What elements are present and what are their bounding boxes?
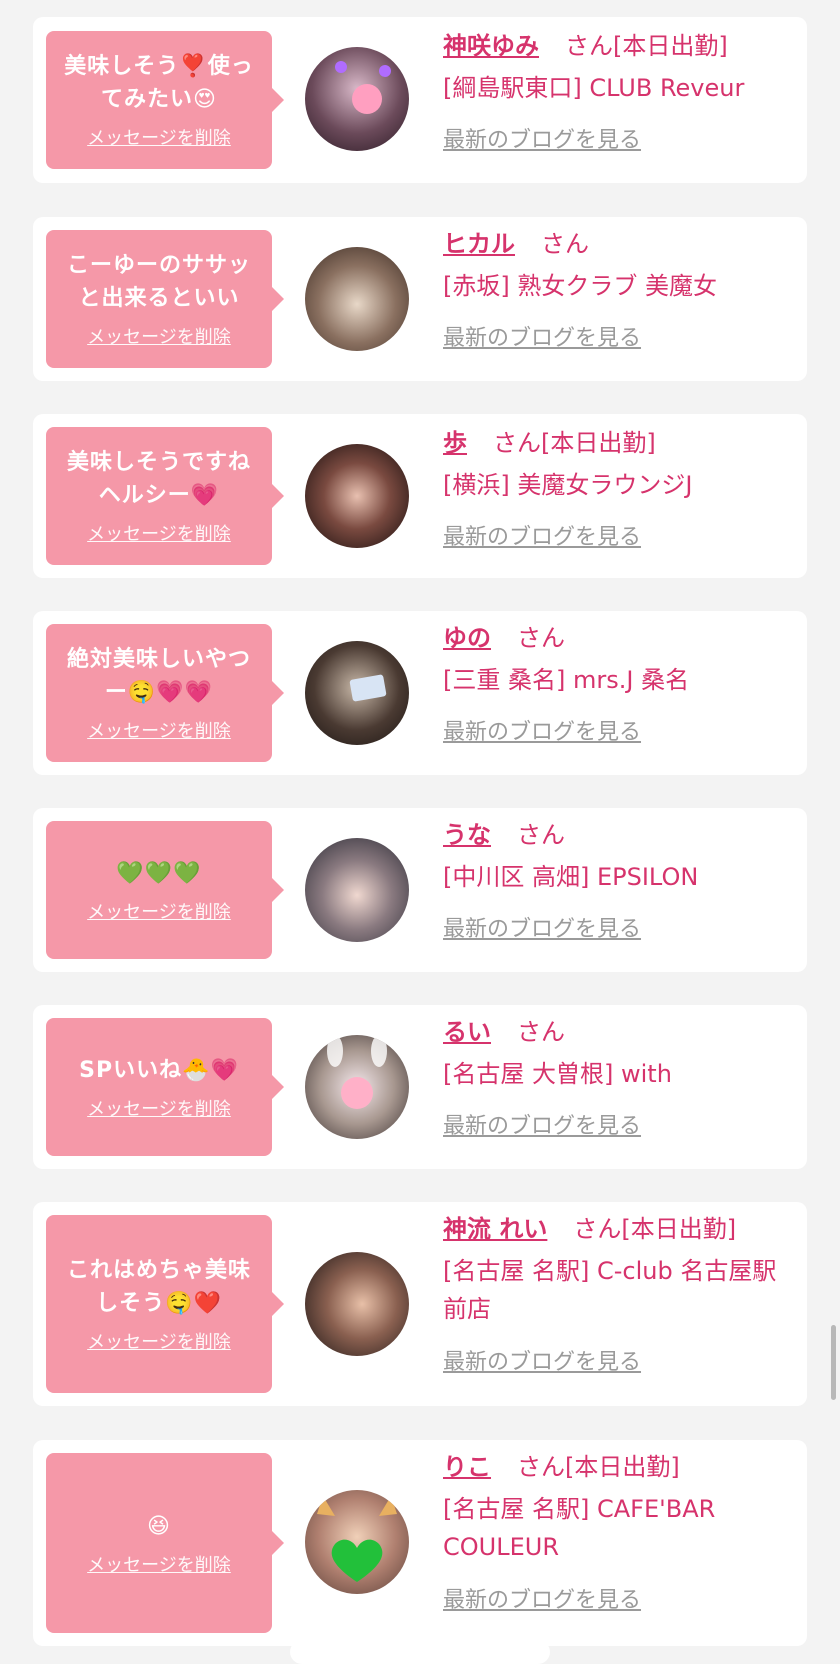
- sender-name-link[interactable]: 神流 れい: [443, 1215, 547, 1243]
- sender-info: りこ さん[本日出勤] [名古屋 名駅] CAFE'BAR COULEUR 最新の…: [443, 1450, 798, 1613]
- delete-message-link[interactable]: メッセージを削除: [87, 1328, 231, 1354]
- sender-info: ゆの さん [三重 桑名] mrs.J 桑名 最新のブログを見る: [443, 621, 798, 745]
- shop-label: [名古屋 大曽根] with: [443, 1060, 672, 1088]
- avatar[interactable]: [305, 1252, 409, 1356]
- message-card: 美味しそう❣️使ってみたい😍 メッセージを削除 神咲ゆみ さん[本日出勤] [綱島…: [33, 17, 807, 183]
- avatar[interactable]: [305, 444, 409, 548]
- green-heart-sticker-icon: [317, 1496, 397, 1582]
- delete-message-link[interactable]: メッセージを削除: [87, 124, 231, 150]
- scrollbar[interactable]: [831, 1325, 836, 1400]
- heart-sticker-icon: [335, 61, 391, 114]
- delete-message-link[interactable]: メッセージを削除: [87, 1095, 231, 1121]
- heart-sticker-icon: [327, 1035, 387, 1109]
- delete-message-link[interactable]: メッセージを削除: [87, 1551, 231, 1577]
- delete-message-link[interactable]: メッセージを削除: [87, 717, 231, 743]
- san-label: さん: [517, 1018, 565, 1046]
- avatar[interactable]: [305, 838, 409, 942]
- status-label: [本日出勤]: [613, 32, 728, 60]
- sender-info: 歩さん[本日出勤] [横浜] 美魔女ラウンジJ 最新のブログを見る: [443, 426, 798, 550]
- message-text: 美味しそう❣️使ってみたい😍: [64, 54, 254, 112]
- sender-name-link[interactable]: 歩: [443, 429, 467, 457]
- avatar[interactable]: [305, 1035, 409, 1139]
- shop-label: [名古屋 名駅] CAFE'BAR COULEUR: [443, 1495, 716, 1561]
- message-card: これはめちゃ美味しそう🤤❤️ メッセージを削除 神流 れい さん[本日出勤] [名…: [33, 1202, 807, 1406]
- photo-card-icon: [349, 674, 387, 702]
- message-bubble: 美味しそう❣️使ってみたい😍 メッセージを削除: [46, 31, 284, 169]
- sender-info: 神流 れい さん[本日出勤] [名古屋 名駅] C-club 名古屋駅前店 最新の…: [443, 1212, 798, 1375]
- status-label: [本日出勤]: [565, 1453, 680, 1481]
- message-card: こーゆーのササッと出来るといい メッセージを削除 ヒカル さん [赤坂] 熟女クラ…: [33, 217, 807, 381]
- bottom-handle: [290, 1640, 550, 1664]
- san-label: さん: [493, 429, 541, 457]
- latest-blog-link[interactable]: 最新のブログを見る: [443, 718, 641, 748]
- avatar[interactable]: [305, 47, 409, 151]
- sender-name-link[interactable]: 神咲ゆみ: [443, 32, 539, 60]
- delete-message-link[interactable]: メッセージを削除: [87, 520, 231, 546]
- latest-blog-link[interactable]: 最新のブログを見る: [443, 523, 641, 553]
- delete-message-link[interactable]: メッセージを削除: [87, 898, 231, 924]
- message-bubble: これはめちゃ美味しそう🤤❤️ メッセージを削除: [46, 1215, 284, 1393]
- san-label: さん: [573, 1215, 622, 1243]
- message-text: こーゆーのササッと出来るといい: [66, 253, 251, 311]
- message-bubble: 💚💚💚 メッセージを削除: [46, 821, 284, 959]
- message-card: 美味しそうですねヘルシー💗 メッセージを削除 歩さん[本日出勤] [横浜] 美魔…: [33, 414, 807, 578]
- san-label: さん: [517, 1453, 565, 1481]
- avatar[interactable]: [305, 1490, 409, 1594]
- shop-label: [横浜] 美魔女ラウンジJ: [443, 471, 693, 499]
- message-bubble: 😆 メッセージを削除: [46, 1453, 284, 1633]
- sender-name-link[interactable]: りこ: [443, 1453, 491, 1481]
- san-label: さん: [565, 32, 613, 60]
- message-bubble: 美味しそうですねヘルシー💗 メッセージを削除: [46, 427, 284, 565]
- message-card: SPいいね🐣💗 メッセージを削除 るい さん [名古屋 大曽根] with 最新の…: [33, 1005, 807, 1169]
- sender-name-link[interactable]: うな: [443, 821, 491, 849]
- delete-message-link[interactable]: メッセージを削除: [87, 323, 231, 349]
- message-bubble: SPいいね🐣💗 メッセージを削除: [46, 1018, 284, 1156]
- san-label: さん: [517, 821, 565, 849]
- latest-blog-link[interactable]: 最新のブログを見る: [443, 1586, 641, 1616]
- sender-name-link[interactable]: るい: [443, 1018, 491, 1046]
- latest-blog-link[interactable]: 最新のブログを見る: [443, 324, 641, 354]
- message-text: 💚💚💚: [116, 860, 202, 886]
- status-label: [本日出勤]: [621, 1215, 737, 1243]
- message-text: SPいいね🐣💗: [79, 1057, 239, 1083]
- sender-info: るい さん [名古屋 大曽根] with 最新のブログを見る: [443, 1015, 798, 1139]
- shop-label: [中川区 高畑] EPSILON: [443, 863, 699, 891]
- shop-label: [赤坂] 熟女クラブ 美魔女: [443, 272, 717, 300]
- message-card: 😆 メッセージを削除 りこ さん[本日出勤] [名古屋 名駅] CAFE'BAR …: [33, 1440, 807, 1646]
- status-label: [本日出勤]: [541, 429, 656, 457]
- shop-label: [綱島駅東口] CLUB Reveur: [443, 74, 745, 102]
- message-text: 美味しそうですねヘルシー💗: [66, 450, 251, 508]
- latest-blog-link[interactable]: 最新のブログを見る: [443, 915, 641, 945]
- message-text: 😆: [147, 1513, 171, 1539]
- message-card: 絶対美味しいやつー🤤💗💗 メッセージを削除 ゆの さん [三重 桑名] mrs.J…: [33, 611, 807, 775]
- sender-info: ヒカル さん [赤坂] 熟女クラブ 美魔女 最新のブログを見る: [443, 227, 798, 351]
- latest-blog-link[interactable]: 最新のブログを見る: [443, 1348, 641, 1378]
- sender-info: うな さん [中川区 高畑] EPSILON 最新のブログを見る: [443, 818, 798, 942]
- message-text: これはめちゃ美味しそう🤤❤️: [66, 1258, 251, 1316]
- message-bubble: 絶対美味しいやつー🤤💗💗 メッセージを削除: [46, 624, 284, 762]
- shop-label: [三重 桑名] mrs.J 桑名: [443, 666, 690, 694]
- san-label: さん: [541, 230, 589, 258]
- sender-info: 神咲ゆみ さん[本日出勤] [綱島駅東口] CLUB Reveur 最新のブログを…: [443, 29, 798, 153]
- san-label: さん: [517, 624, 565, 652]
- latest-blog-link[interactable]: 最新のブログを見る: [443, 126, 641, 156]
- latest-blog-link[interactable]: 最新のブログを見る: [443, 1112, 641, 1142]
- shop-label: [名古屋 名駅] C-club 名古屋駅前店: [443, 1257, 777, 1323]
- avatar[interactable]: [305, 247, 409, 351]
- message-text: 絶対美味しいやつー🤤💗💗: [66, 647, 251, 705]
- message-bubble: こーゆーのササッと出来るといい メッセージを削除: [46, 230, 284, 368]
- message-card: 💚💚💚 メッセージを削除 うな さん [中川区 高畑] EPSILON 最新のブロ…: [33, 808, 807, 972]
- avatar[interactable]: [305, 641, 409, 745]
- sender-name-link[interactable]: ヒカル: [443, 230, 515, 258]
- sender-name-link[interactable]: ゆの: [443, 624, 491, 652]
